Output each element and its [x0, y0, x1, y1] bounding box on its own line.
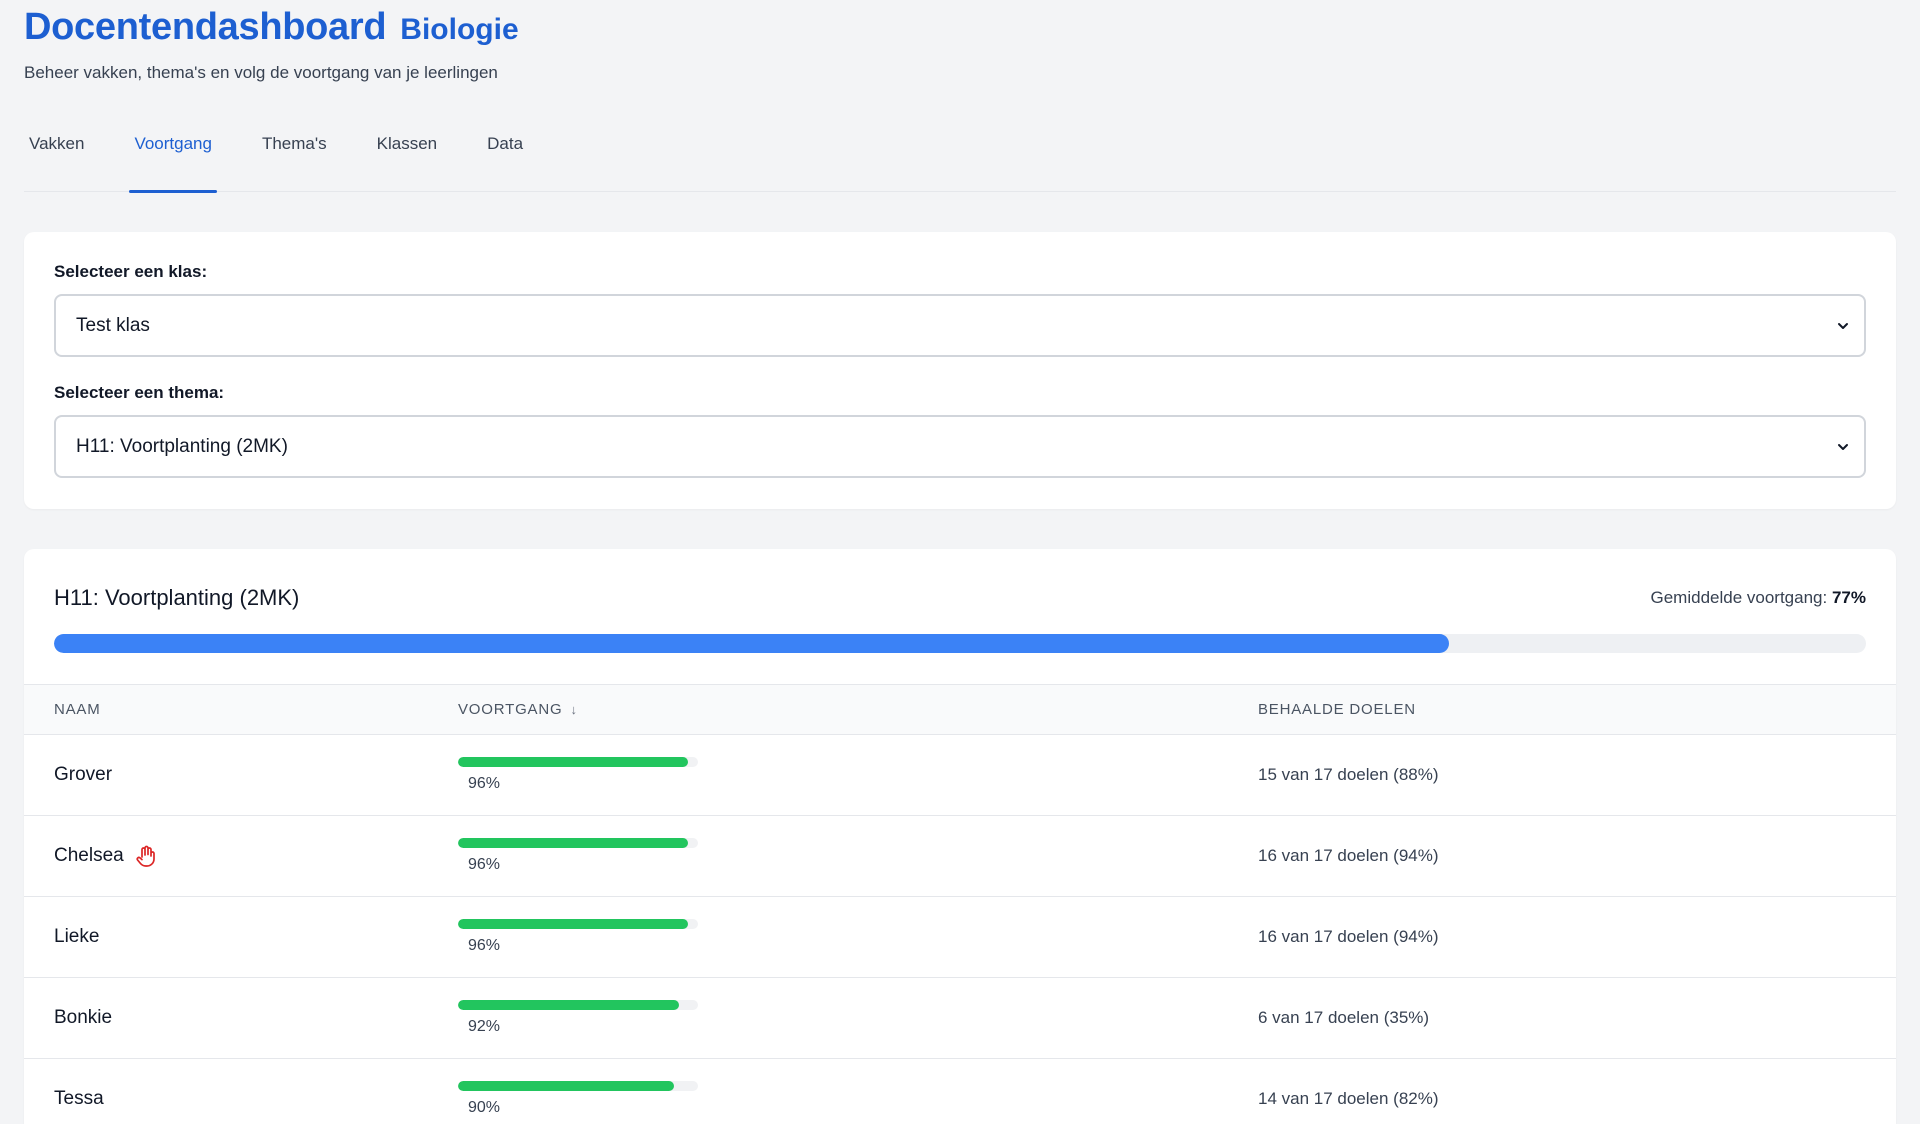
overall-progress-bar: [54, 634, 1866, 653]
student-progress-track: [458, 838, 698, 848]
subject-name: Biologie: [400, 13, 519, 46]
student-progress-bar: 96%: [458, 838, 698, 874]
student-name: Tessa: [54, 1088, 104, 1110]
tab-data[interactable]: Data: [482, 129, 528, 192]
student-progress-fill: [458, 757, 689, 767]
tab-label: Voortgang: [134, 134, 212, 153]
student-progress-track: [458, 757, 698, 767]
page-header: Docentendashboard Biologie Beheer vakken…: [24, 0, 1896, 83]
student-progress-percent: 90%: [468, 1099, 501, 1116]
class-select-label: Selecteer een klas:: [54, 262, 208, 281]
table-row[interactable]: Chelsea 96% 16 van 17 doelen (94%): [24, 816, 1896, 897]
student-progress-cell: 96%: [458, 919, 1258, 955]
student-goals-text: 6 van 17 doelen (35%): [1258, 1008, 1430, 1027]
student-goals-cell: 16 van 17 doelen (94%): [1258, 846, 1896, 866]
chevron-down-icon: [1838, 322, 1848, 329]
column-header-progress-label: VOORTGANG: [458, 701, 563, 718]
theme-title: H11: Voortplanting (2MK): [54, 585, 300, 610]
student-name-cell: Tessa: [24, 1088, 458, 1110]
sort-desc-icon: ↓: [570, 702, 578, 717]
student-name-text: Tessa: [54, 1088, 104, 1109]
tab-themas[interactable]: Thema's: [257, 129, 332, 192]
column-header-progress[interactable]: VOORTGANG ↓: [458, 701, 1258, 718]
student-progress-track: [458, 1081, 698, 1091]
overall-progress-fill: [54, 634, 1450, 653]
progress-card: H11: Voortplanting (2MK) Gemiddelde voor…: [24, 549, 1896, 1124]
student-progress-percent: 96%: [468, 856, 501, 873]
student-progress-fill: [458, 838, 689, 848]
student-progress-fill: [458, 919, 689, 929]
tab-vakken[interactable]: Vakken: [24, 129, 89, 192]
table-row[interactable]: Grover 96% 15 van 17 doelen (88%): [24, 735, 1896, 816]
table-row[interactable]: Bonkie 92% 6 van 17 doelen (35%): [24, 978, 1896, 1059]
student-name-text: Bonkie: [54, 1007, 113, 1028]
table-body: Grover 96% 15 van 17 doelen (88%) Chelsea 96…: [24, 735, 1896, 1124]
dashboard-page: Docentendashboard Biologie Beheer vakken…: [0, 0, 1920, 1124]
student-progress-bar: 90%: [458, 1081, 698, 1117]
column-header-name[interactable]: NAAM: [24, 701, 458, 718]
student-progress-percent: 92%: [468, 1018, 501, 1035]
theme-select-value: H11: Voortplanting (2MK): [76, 435, 288, 457]
student-name: Grover: [54, 764, 112, 786]
student-progress-track: [458, 919, 698, 929]
class-select-value: Test klas: [76, 314, 150, 336]
student-name-text: Chelsea: [54, 845, 124, 866]
theme-select-label: Selecteer een thema:: [54, 383, 225, 402]
student-goals-cell: 6 van 17 doelen (35%): [1258, 1008, 1896, 1028]
student-name: Chelsea: [54, 844, 158, 868]
title-row: Docentendashboard Biologie: [24, 6, 1896, 49]
tab-label: Data: [487, 134, 524, 153]
tab-label: Vakken: [29, 134, 85, 153]
page-title: Docentendashboard: [24, 6, 387, 48]
table-header: NAAM VOORTGANG ↓ BEHAALDE DOELEN: [24, 684, 1896, 735]
student-name-cell: Lieke: [24, 926, 458, 948]
tab-voortgang[interactable]: Voortgang: [129, 129, 217, 193]
class-select[interactable]: Test klas: [54, 294, 1866, 357]
student-progress-cell: 92%: [458, 1000, 1258, 1036]
student-progress-fill: [458, 1081, 674, 1091]
student-progress-percent: 96%: [468, 937, 501, 954]
chevron-down-icon: [1838, 443, 1848, 450]
student-progress-table: NAAM VOORTGANG ↓ BEHAALDE DOELEN Grover 96…: [24, 684, 1896, 1124]
student-name-cell: Bonkie: [24, 1007, 458, 1029]
student-progress-bar: 96%: [458, 757, 698, 793]
student-progress-bar: 96%: [458, 919, 698, 955]
student-name: Lieke: [54, 926, 99, 948]
column-header-goals[interactable]: BEHAALDE DOELEN: [1258, 701, 1896, 718]
student-goals-text: 16 van 17 doelen (94%): [1258, 846, 1439, 865]
student-progress-fill: [458, 1000, 679, 1010]
student-name-cell: Grover: [24, 764, 458, 786]
student-goals-cell: 16 van 17 doelen (94%): [1258, 927, 1896, 947]
student-progress-cell: 96%: [458, 757, 1258, 793]
raised-hand-icon[interactable]: [134, 844, 158, 868]
student-progress-bar: 92%: [458, 1000, 698, 1036]
student-name: Bonkie: [54, 1007, 112, 1029]
average-progress-value: 77%: [1831, 588, 1866, 607]
student-progress-percent: 96%: [468, 775, 501, 792]
student-name-text: Lieke: [54, 926, 100, 947]
page-subtitle: Beheer vakken, thema's en volg de voortg…: [24, 63, 498, 82]
student-name-text: Grover: [54, 764, 113, 785]
tab-label: Klassen: [376, 134, 438, 153]
selection-card: Selecteer een klas: Test klas Selecteer …: [24, 232, 1896, 509]
student-goals-text: 14 van 17 doelen (82%): [1258, 1089, 1439, 1108]
tab-label: Thema's: [261, 134, 327, 153]
student-progress-cell: 90%: [458, 1081, 1258, 1117]
student-progress-track: [458, 1000, 698, 1010]
tab-klassen[interactable]: Klassen: [372, 129, 442, 192]
student-goals-text: 15 van 17 doelen (88%): [1258, 765, 1439, 784]
student-goals-text: 16 van 17 doelen (94%): [1258, 927, 1439, 946]
table-row[interactable]: Tessa 90% 14 van 17 doelen (82%): [24, 1059, 1896, 1124]
average-progress-label: Gemiddelde voortgang:: [1650, 588, 1828, 607]
student-goals-cell: 14 van 17 doelen (82%): [1258, 1089, 1896, 1109]
table-row[interactable]: Lieke 96% 16 van 17 doelen (94%): [24, 897, 1896, 978]
progress-card-header: H11: Voortplanting (2MK) Gemiddelde voor…: [24, 549, 1896, 611]
student-progress-cell: 96%: [458, 838, 1258, 874]
theme-select[interactable]: H11: Voortplanting (2MK): [54, 415, 1866, 478]
average-progress: Gemiddelde voortgang: 77%: [1651, 588, 1867, 608]
student-goals-cell: 15 van 17 doelen (88%): [1258, 765, 1896, 785]
tab-bar: Vakken Voortgang Thema's Klassen Data: [24, 129, 1896, 193]
student-name-cell: Chelsea: [24, 844, 458, 868]
